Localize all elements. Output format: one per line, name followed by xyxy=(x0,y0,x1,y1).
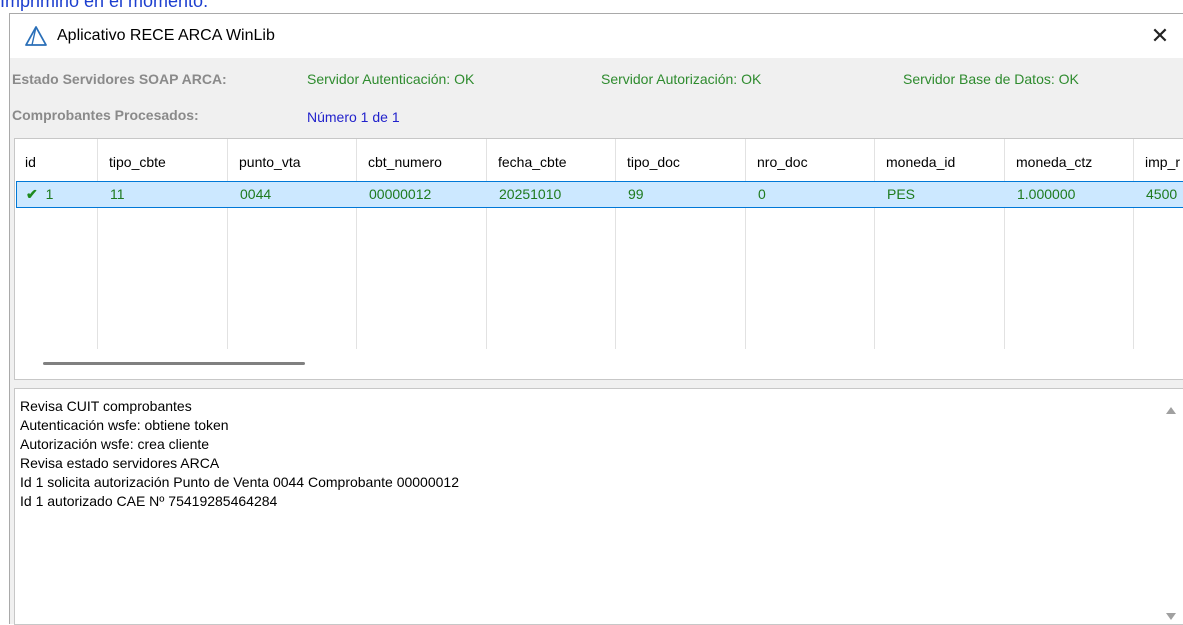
row-tipo-doc-cell: 99 xyxy=(628,186,644,202)
column-header-tipo-doc[interactable]: tipo_doc xyxy=(627,148,680,176)
log-line: Autorización wsfe: crea cliente xyxy=(20,436,210,452)
title-bar[interactable]: Aplicativo RECE ARCA WinLib ✕ xyxy=(10,14,1183,58)
app-window: Aplicativo RECE ARCA WinLib ✕ Estado Ser… xyxy=(9,13,1183,625)
row-moneda-id-cell: PES xyxy=(887,186,916,202)
log-line: Id 1 solicita autorización Punto de Vent… xyxy=(20,474,459,490)
row-fecha-cbte-cell: 20251010 xyxy=(499,186,562,202)
scroll-down-arrow-icon[interactable] xyxy=(1166,613,1176,620)
horizontal-scrollbar[interactable] xyxy=(43,362,305,365)
db-server-status: Servidor Base de Datos: OK xyxy=(903,71,1079,87)
checkmark-icon: ✔ xyxy=(26,186,38,202)
row-cbt-numero-cell: 00000012 xyxy=(369,186,432,202)
background-document-text: Imprimirlo en el momento. xyxy=(0,0,209,11)
column-header-id[interactable]: id xyxy=(25,148,36,176)
auth-server-status: Servidor Autenticación: OK xyxy=(307,71,475,87)
log-line: Id 1 autorizado CAE Nº 75419285464284 xyxy=(20,493,278,509)
app-triangle-icon xyxy=(25,26,47,46)
row-nro-doc-cell: 0 xyxy=(758,186,766,202)
row-id-cell: ✔ 1 xyxy=(26,186,54,202)
log-line: Revisa estado servidores ARCA xyxy=(20,455,220,471)
column-header-moneda-id[interactable]: moneda_id xyxy=(886,148,955,176)
column-header-nro-doc[interactable]: nro_doc xyxy=(757,148,808,176)
table-row[interactable]: ✔ 1 11 0044 00000012 20251010 99 0 PES 1… xyxy=(16,181,1183,208)
row-punto-vta-cell: 0044 xyxy=(240,186,272,202)
column-header-moneda-ctz[interactable]: moneda_ctz xyxy=(1016,148,1092,176)
log-lines: Revisa CUIT comprobantes Autenticación w… xyxy=(20,397,459,511)
log-line: Revisa CUIT comprobantes xyxy=(20,398,192,414)
column-header-cbt-numero[interactable]: cbt_numero xyxy=(368,148,442,176)
authz-server-status: Servidor Autorización: OK xyxy=(601,71,762,87)
log-panel[interactable]: Revisa CUIT comprobantes Autenticación w… xyxy=(14,388,1183,625)
column-header-imp-r[interactable]: imp_r xyxy=(1145,148,1183,176)
scroll-up-arrow-icon[interactable] xyxy=(1166,407,1176,414)
grid-header: id tipo_cbte punto_vta cbt_numero fecha_… xyxy=(15,148,1183,176)
servers-status-label: Estado Servidores SOAP ARCA: xyxy=(12,71,227,87)
processed-label: Comprobantes Procesados: xyxy=(12,107,199,123)
column-header-fecha-cbte[interactable]: fecha_cbte xyxy=(498,148,567,176)
processed-count: Número 1 de 1 xyxy=(307,109,400,125)
close-icon: ✕ xyxy=(1150,23,1170,48)
column-header-tipo-cbte[interactable]: tipo_cbte xyxy=(109,148,166,176)
close-button[interactable]: ✕ xyxy=(1137,14,1183,58)
vouchers-grid[interactable]: id tipo_cbte punto_vta cbt_numero fecha_… xyxy=(14,138,1183,380)
log-line: Autenticación wsfe: obtiene token xyxy=(20,417,229,433)
row-tipo-cbte-cell: 11 xyxy=(110,186,125,202)
row-imp-r-cell: 4500 xyxy=(1146,186,1178,202)
column-header-punto-vta[interactable]: punto_vta xyxy=(239,148,301,176)
window-title: Aplicativo RECE ARCA WinLib xyxy=(57,27,275,44)
row-moneda-ctz-cell: 1.000000 xyxy=(1017,186,1076,202)
